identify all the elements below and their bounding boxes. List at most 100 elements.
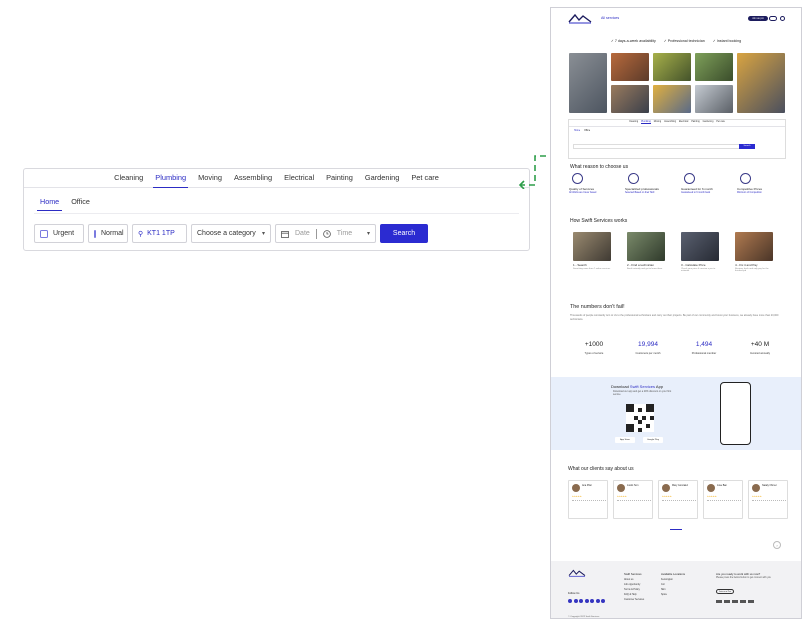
review-text <box>662 500 696 513</box>
twitter-icon[interactable] <box>601 599 605 603</box>
stat-label: Professional member <box>691 352 717 355</box>
mini-tab[interactable]: Cleaning <box>629 121 638 124</box>
mini-tab[interactable]: Gardening <box>703 121 714 124</box>
hero-photo <box>569 53 607 113</box>
chevron-right-icon[interactable]: › <box>773 541 781 549</box>
tab-electrical[interactable]: Electrical <box>278 169 320 187</box>
reason-sub[interactable]: Guaranteed to 6 month back <box>681 192 731 194</box>
review-card: Mary Gonzalez ★★★★★ <box>658 480 698 519</box>
mini-tab[interactable]: Moving <box>654 121 661 124</box>
stat-item: 19,994 Customers per month <box>623 341 673 355</box>
reasons-list: Quality of Services All Works are Cover … <box>569 173 787 203</box>
user-icon[interactable] <box>780 16 785 21</box>
carousel-indicator[interactable] <box>670 529 682 530</box>
tab-moving[interactable]: Moving <box>192 169 228 187</box>
review-text <box>617 500 651 513</box>
avatar <box>662 484 670 492</box>
step-sub: Reviews fresh and only pay for the finis… <box>735 268 769 272</box>
clients-title: What our clients say about us <box>568 466 634 472</box>
normal-checkbox[interactable]: Normal <box>88 224 128 243</box>
join-pro-footer-button[interactable]: Join as a Pro <box>716 589 734 594</box>
join-as-pro-button[interactable]: Join as pro <box>748 16 768 21</box>
instagram-icon[interactable] <box>579 599 583 603</box>
tab-painting[interactable]: Painting <box>320 169 359 187</box>
date-time-field[interactable]: Date Time ▾ <box>275 224 376 243</box>
review-text <box>707 500 741 513</box>
mini-tab[interactable]: Pet care <box>716 121 725 124</box>
hero-photo-grid <box>569 53 785 113</box>
mini-form-row[interactable] <box>573 144 753 149</box>
step-item: 4 - Fix it and Pay Reviews fresh and onl… <box>735 232 775 272</box>
tab-gardening[interactable]: Gardening <box>359 169 406 187</box>
swift-services-logo[interactable] <box>568 13 592 24</box>
stat-value: +40 M <box>750 341 770 348</box>
site-footer: Swift Services About us Job opportunity … <box>551 561 801 618</box>
all-services-menu[interactable]: All services <box>601 16 619 20</box>
app-store-button[interactable]: App Store <box>615 437 635 443</box>
service-tabs: Cleaning Plumbing Moving Assembling Elec… <box>24 169 529 188</box>
mini-tab-home[interactable]: Home <box>574 130 580 132</box>
cta-title: Are you ready to work with us now? <box>716 572 761 576</box>
reviewer-name: Ana Pilar <box>582 484 592 487</box>
guarantee-icon <box>684 173 695 184</box>
tab-office[interactable]: Office <box>65 195 96 209</box>
footer-logo[interactable] <box>568 569 586 577</box>
checkbox-icon <box>94 229 96 238</box>
full-page-preview: All services Join as pro ✓ 7 days-a-week… <box>550 7 802 619</box>
tab-assembling[interactable]: Assembling <box>228 169 278 187</box>
professional-icon <box>628 173 639 184</box>
mini-tab-active[interactable]: Plumbing <box>641 121 651 124</box>
review-card: Justin Tern ★★★★★ <box>613 480 653 519</box>
step-photo <box>681 232 719 261</box>
mini-tab-office[interactable]: Office <box>584 130 590 132</box>
footer-col-locations: Available Locations Kensington Cor Slim … <box>661 572 685 597</box>
search-button[interactable]: Search <box>380 224 428 243</box>
review-card: Jose Ban ★★★★★ <box>703 480 743 519</box>
reason-title: Guaranteed for 6 month <box>681 187 713 191</box>
reason-sub[interactable]: All Works are Cover based <box>569 192 619 194</box>
how-it-works-title: How Swift Services works <box>570 218 628 224</box>
footer-link[interactable]: Customer Services <box>624 597 644 602</box>
step-title: 1 - Search <box>573 263 587 267</box>
reason-sub[interactable]: Selected Based on their Skill <box>625 192 675 194</box>
mini-tab[interactable]: Assembling <box>664 121 676 124</box>
copyright: © Copyright 2022 Swift Services <box>568 616 600 618</box>
footer-link[interactable]: Spice <box>661 592 685 597</box>
reason-sub[interactable]: Minimum of Competition <box>737 192 787 194</box>
quality-icon <box>572 173 583 184</box>
mini-tab[interactable]: Painting <box>691 121 699 124</box>
facebook-icon[interactable] <box>568 599 572 603</box>
tab-cleaning[interactable]: Cleaning <box>108 169 149 187</box>
footer-col-company: Swift Services About us Job opportunity … <box>624 572 644 602</box>
rating-stars: ★★★★★ <box>617 496 627 498</box>
step-item: 3 - Calculate Price Check your price & r… <box>681 232 721 272</box>
google-play-button[interactable]: Google Play <box>643 437 663 443</box>
payment-icon <box>716 600 722 603</box>
avatar <box>617 484 625 492</box>
app-title: Download Swift Services App <box>611 384 663 389</box>
youtube-icon[interactable] <box>595 599 600 603</box>
step-title: 4 - Fix it and Pay <box>735 263 758 267</box>
mini-tab[interactable]: Electrical <box>679 121 688 124</box>
reason-title: Quality of Services <box>569 187 595 191</box>
tab-home[interactable]: Home <box>34 195 65 211</box>
tab-plumbing[interactable]: Plumbing <box>149 169 192 188</box>
app-download-band: Download Swift Services App Download our… <box>551 377 801 450</box>
hero-photo <box>653 53 691 81</box>
reviewer-name: Mary Gonzalez <box>672 484 689 487</box>
language-toggle[interactable] <box>769 16 777 21</box>
category-select[interactable]: Choose a category ▾ <box>191 224 271 243</box>
payment-icon <box>748 600 754 603</box>
step-photo <box>627 232 665 261</box>
step-photo <box>735 232 773 261</box>
chevron-down-icon: ▾ <box>366 231 370 237</box>
mini-search-button[interactable]: Search <box>739 144 755 149</box>
pinterest-icon[interactable] <box>590 599 594 603</box>
linkedin-icon[interactable] <box>584 599 589 603</box>
tab-pet-care[interactable]: Pet care <box>405 169 445 187</box>
urgent-checkbox[interactable]: Urgent <box>34 224 84 243</box>
postcode-input[interactable]: ⚲ KT1 1TP <box>132 224 187 243</box>
telegram-icon[interactable] <box>573 599 578 603</box>
reasons-title: What reason to choose us <box>570 164 629 170</box>
location-pin-icon: ⚲ <box>138 230 144 238</box>
